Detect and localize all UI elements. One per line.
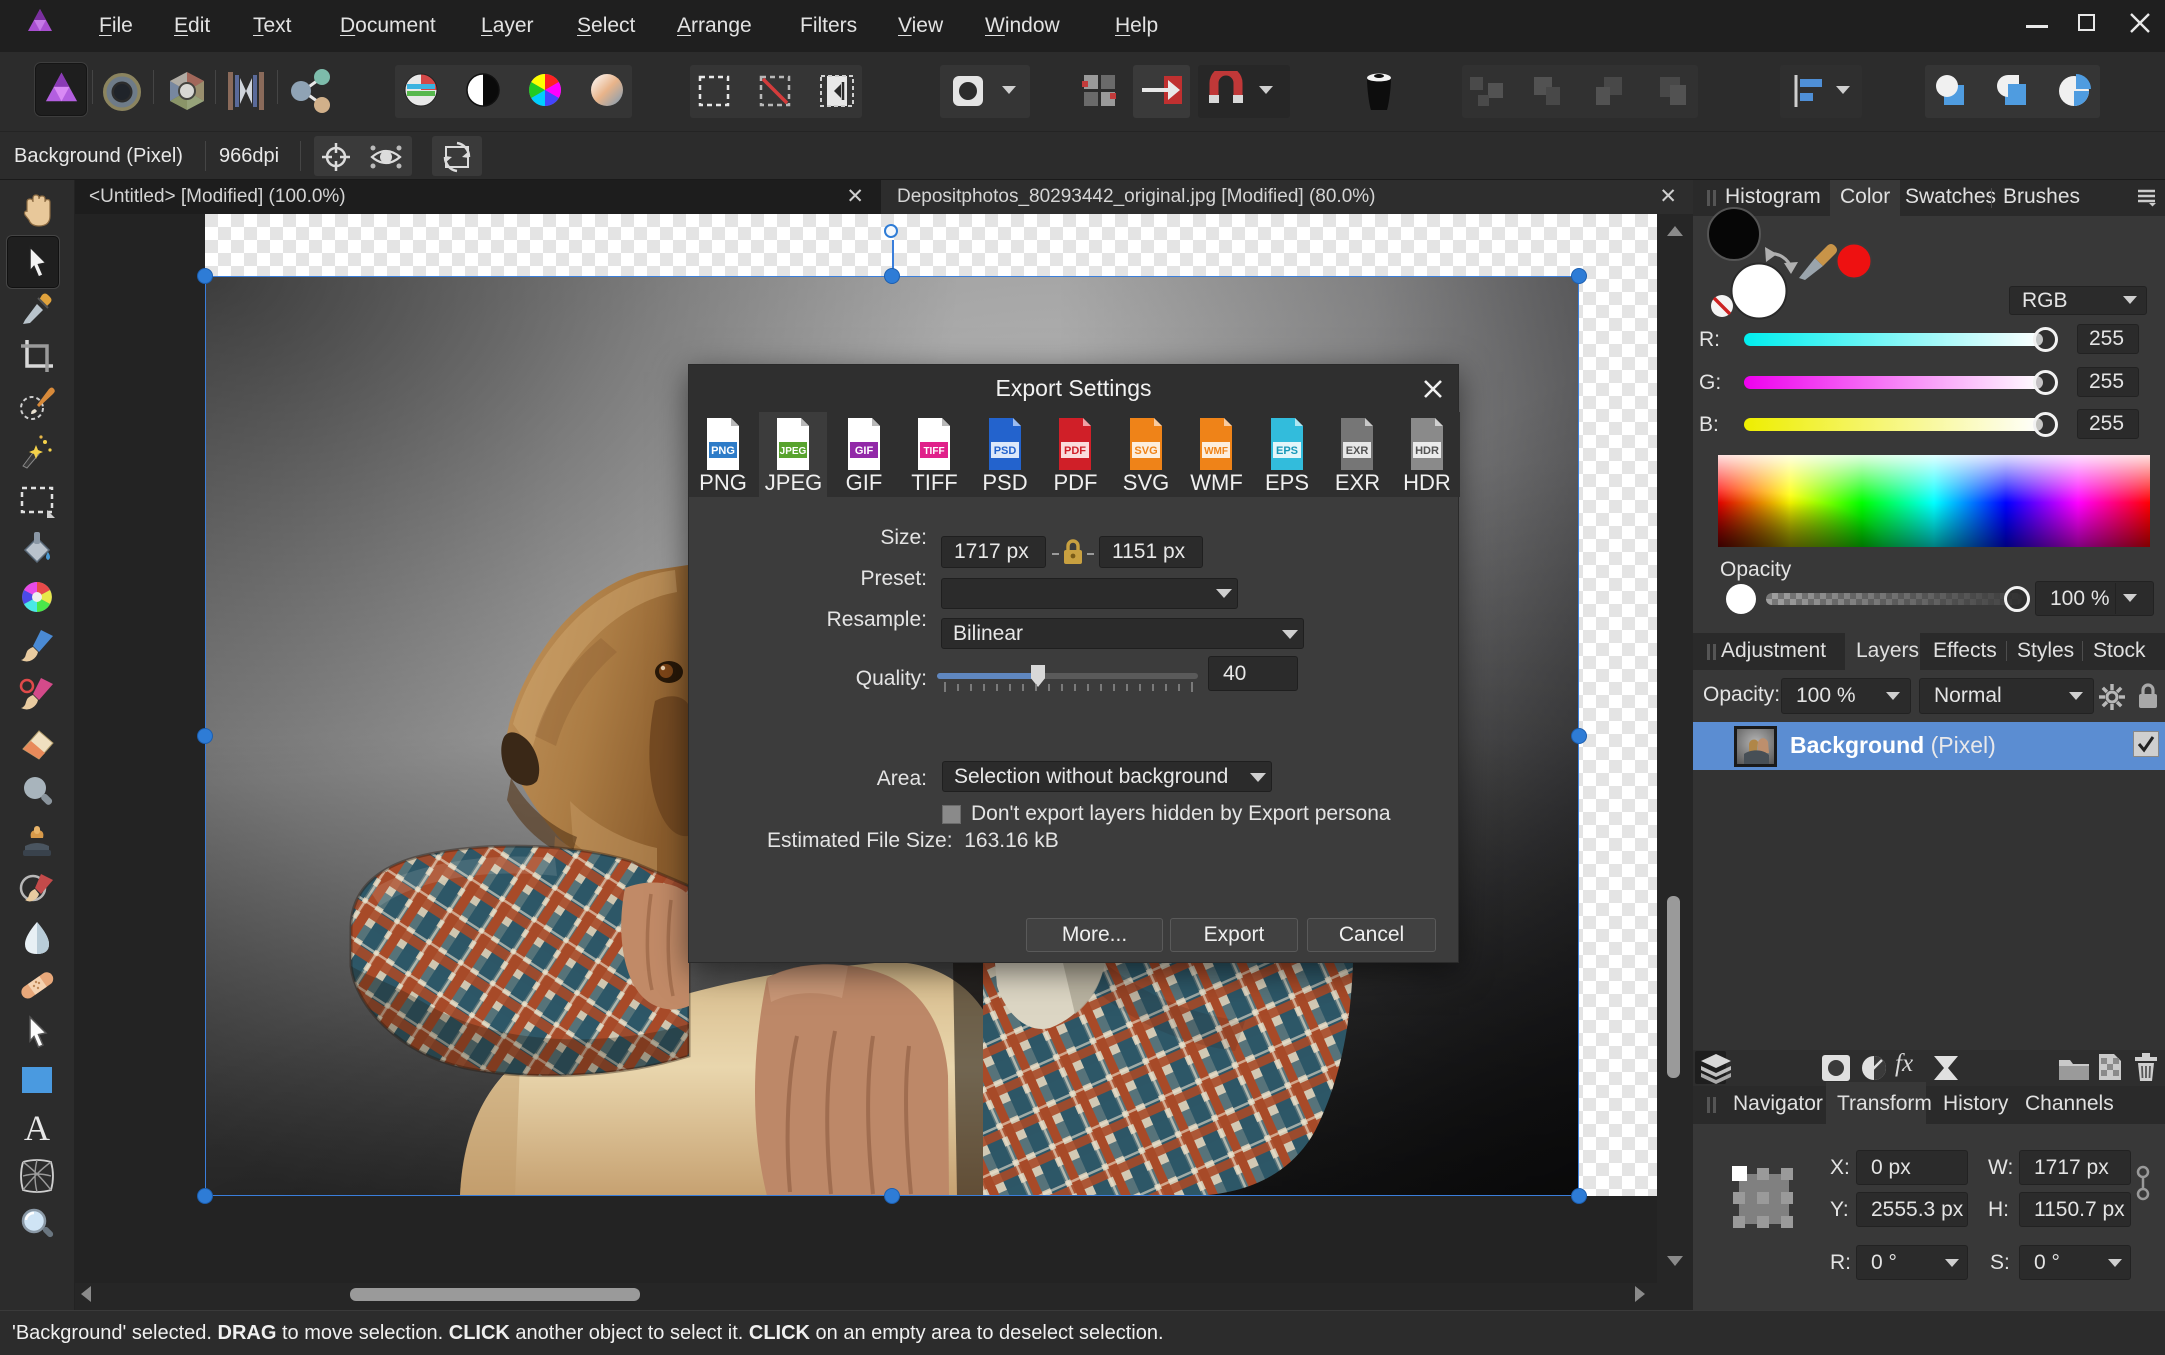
svg-text:A: A <box>24 1108 50 1148</box>
